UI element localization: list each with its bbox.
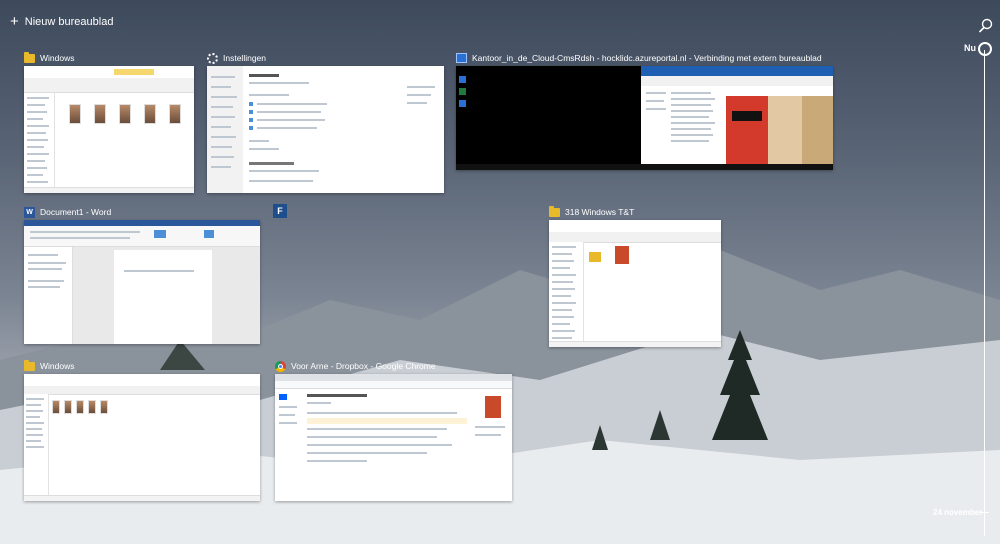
folder-icon bbox=[24, 359, 35, 371]
window-card-explorer-2[interactable]: Windows bbox=[24, 358, 260, 501]
window-card-f-app[interactable]: F bbox=[273, 204, 289, 220]
timeline-now-label: Nu bbox=[964, 43, 976, 53]
plus-icon: + bbox=[10, 13, 19, 30]
window-thumbnail[interactable] bbox=[456, 66, 833, 170]
remote-desktop-icon bbox=[456, 53, 467, 63]
window-card-chrome[interactable]: Voor Arne - Dropbox - Google Chrome bbox=[275, 358, 512, 501]
word-icon: W bbox=[24, 206, 35, 218]
timeline-track[interactable] bbox=[984, 50, 985, 536]
window-card-remote-desktop[interactable]: Kantoor_in_de_Cloud-CmsRdsh - hocklidc.a… bbox=[456, 50, 833, 170]
folder-icon bbox=[24, 51, 35, 63]
window-thumbnail[interactable] bbox=[207, 66, 444, 193]
window-title-bar[interactable]: Windows bbox=[24, 50, 74, 66]
gear-icon bbox=[207, 52, 218, 64]
window-title: Windows bbox=[40, 53, 75, 63]
window-thumbnail[interactable] bbox=[549, 220, 721, 347]
window-thumbnail[interactable] bbox=[24, 374, 260, 501]
window-title-bar[interactable]: Windows bbox=[24, 358, 74, 374]
window-thumbnail[interactable] bbox=[24, 220, 260, 344]
search-icon[interactable] bbox=[978, 18, 994, 34]
window-title-bar[interactable]: 318 Windows T&T bbox=[549, 204, 634, 220]
timeline-handle[interactable] bbox=[978, 42, 992, 56]
window-card-explorer-1[interactable]: Windows bbox=[24, 50, 194, 193]
window-card-explorer-318[interactable]: 318 Windows T&T bbox=[549, 204, 721, 347]
window-title-bar[interactable]: Instellingen bbox=[207, 50, 266, 66]
window-title-bar[interactable]: W Document1 - Word bbox=[24, 204, 111, 220]
window-card-word[interactable]: W Document1 - Word bbox=[24, 204, 260, 344]
new-desktop-button[interactable]: + Nieuw bureaublad bbox=[10, 13, 114, 30]
window-card-settings[interactable]: Instellingen bbox=[207, 50, 444, 193]
window-title-bar[interactable]: Kantoor_in_de_Cloud-CmsRdsh - hocklidc.a… bbox=[456, 50, 822, 66]
chrome-icon bbox=[275, 360, 286, 372]
window-thumbnail[interactable] bbox=[24, 66, 194, 193]
new-desktop-label: Nieuw bureaublad bbox=[24, 16, 114, 28]
window-title: 318 Windows T&T bbox=[565, 207, 635, 217]
window-title: Voor Arne - Dropbox - Google Chrome bbox=[291, 361, 436, 371]
window-title: Kantoor_in_de_Cloud-CmsRdsh - hocklidc.a… bbox=[472, 53, 822, 63]
f-app-icon[interactable]: F bbox=[273, 204, 287, 218]
window-title: Windows bbox=[40, 361, 75, 371]
window-thumbnail[interactable] bbox=[275, 374, 512, 501]
timeline-date-label: 24 november bbox=[933, 508, 983, 517]
window-title-bar[interactable]: Voor Arne - Dropbox - Google Chrome bbox=[275, 358, 436, 374]
window-title: Instellingen bbox=[223, 53, 267, 63]
window-title: Document1 - Word bbox=[40, 207, 112, 217]
folder-icon bbox=[549, 205, 560, 217]
